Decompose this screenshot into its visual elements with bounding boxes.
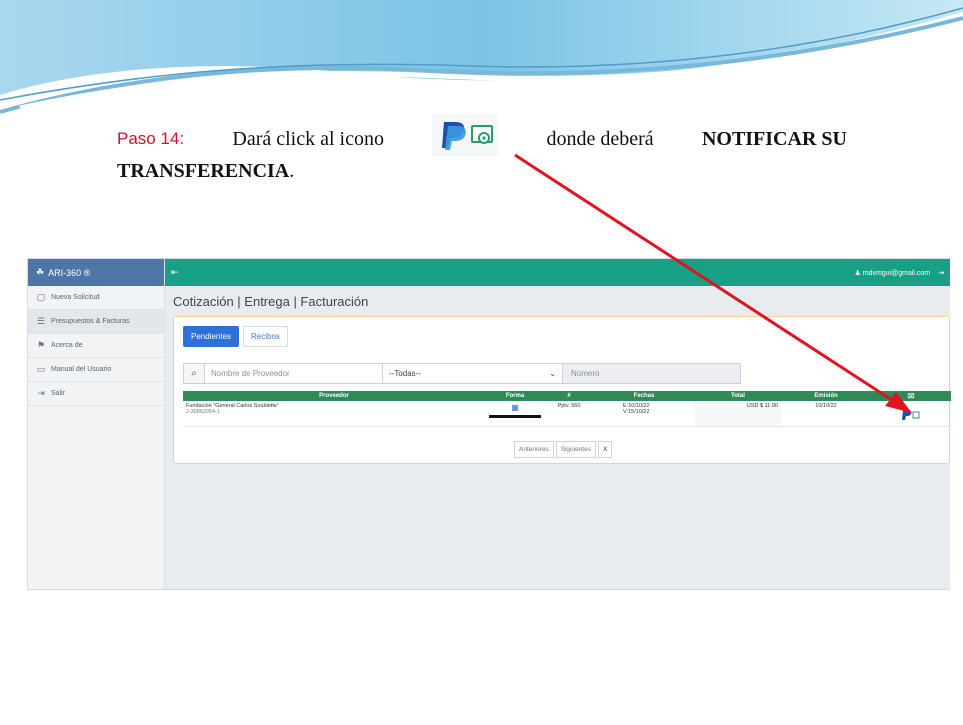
instruction-emphasis-1: NOTIFICAR SU [701,128,847,150]
previous-button[interactable]: Anteriores [514,441,554,458]
cell-total: USD $ 11.00 [695,401,781,426]
chevron-down-icon: ⌄ [549,369,556,378]
date-v: V:15/10/22 [623,409,650,415]
cell-emision: 10/10/22 [815,403,837,409]
main-content: Cotización | Entrega | Facturación Pendi… [165,286,951,589]
flag-icon: ⚑ [36,340,46,350]
logout-icon: ⇥ [37,388,45,398]
user-menu[interactable]: ♟ mdvmgui@gmail.com ⇥ [854,269,944,277]
instruction-text-before: Dará click al icono [232,128,384,150]
sidebar-item-manual[interactable]: ▭ Manual del Usuario [28,358,164,382]
number-input[interactable]: Número [563,363,741,384]
instruction-text-after: donde deberá [546,128,654,150]
sidebar-item-label: Nueva Solicitud [51,294,100,301]
brand-name: ARI-360 ® [48,267,91,278]
sidebar-item-salir[interactable]: ⇥ Salir [28,382,164,406]
logo-icon: ☘ [36,267,45,277]
sidebar-item-label: Presupuestos & Facturas [51,318,130,325]
col-header-total: Total [731,393,745,399]
wave-header-decoration [0,0,963,114]
instruction-end: . [289,160,295,182]
results-table: Proveedor Forma # Fechas Total Emisión ⌧… [183,391,951,427]
user-icon: ♟ [854,269,861,277]
paypal-notify-icon [432,114,499,156]
tab-pendientes[interactable]: Pendientes [183,326,240,347]
col-header-forma: Forma [505,393,525,399]
table-header: Proveedor Forma # Fechas Total Emisión ⌧ [183,391,951,401]
money-header-icon: ⌧ [907,393,915,400]
sidebar-item-label: Manual del Usuario [51,366,112,373]
redacted-bar [489,415,541,418]
sidebar: ☘ ARI-360 ® ▢ Nueva Solicitud ☰ Presupue… [28,259,165,589]
step-label: Paso 14: [117,129,185,148]
brand[interactable]: ☘ ARI-360 ® [28,259,164,286]
next-button[interactable]: Siguientes [555,441,596,458]
table-row: Fundación "General Carlos Soublette" J-3… [183,401,951,427]
search-icon: ⌕ [183,363,205,384]
instruction-emphasis-2: TRANSFERENCIA [117,160,290,182]
sidebar-item-label: Salir [51,390,66,397]
logout-top-icon[interactable]: ⇥ [938,269,944,277]
filters-bar: ⌕ Nombre de Proveedor --Todas-- ⌄ Número [183,363,741,384]
col-header-number: # [567,393,571,399]
slide: Paso 14: Dará click al icono donde deber… [0,0,963,725]
app-window: ☘ ARI-360 ® ▢ Nueva Solicitud ☰ Presupue… [27,258,951,590]
instruction-text: Paso 14: Dará click al icono donde deber… [117,114,857,182]
cell-proveedor: Fundación "General Carlos Soublette" J-3… [183,401,485,426]
sidebar-item-presupuestos[interactable]: ☰ Presupuestos & Facturas [28,310,164,334]
col-header-fechas: Fechas [633,393,655,399]
tabs: Pendientes Recibos [183,326,288,347]
collapse-menu-icon[interactable]: ⇤ [171,267,179,278]
file-icon: ▢ [36,292,46,302]
provider-id: J-30862054-1 [186,409,220,415]
provider-search-input[interactable]: Nombre de Proveedor [205,363,383,384]
content-card: Pendientes Recibos ⌕ Nombre de Proveedor… [173,316,951,464]
sidebar-item-acerca[interactable]: ⚑ Acerca de [28,334,164,358]
top-bar: ⇤ ♟ mdvmgui@gmail.com ⇥ [165,259,950,286]
status-select[interactable]: --Todas-- ⌄ [383,363,563,384]
list-icon: ☰ [36,316,46,326]
tab-recibos[interactable]: Recibos [243,326,288,347]
cell-fechas: E:10/10/22 V:15/10/22 [593,401,695,426]
col-header-emision: Emisión [814,393,838,399]
pagination: Anteriores Siguientes X [514,441,613,458]
cell-number: Pptv. 560 [557,403,581,409]
paypal-notify-button-icon[interactable] [902,409,920,421]
page-title: Cotización | Entrega | Facturación [173,294,369,309]
document-icon[interactable]: ▦ [488,403,542,412]
sidebar-item-label: Acerca de [51,342,83,349]
status-select-value: --Todas-- [389,369,422,378]
col-header-proveedor: Proveedor [319,393,349,399]
cell-forma: ▦ [485,401,545,426]
close-button[interactable]: X [597,441,613,458]
user-email: mdvmgui@gmail.com [862,269,931,277]
book-icon: ▭ [36,364,46,374]
sidebar-item-nueva-solicitud[interactable]: ▢ Nueva Solicitud [28,286,164,310]
cell-action [871,401,951,426]
